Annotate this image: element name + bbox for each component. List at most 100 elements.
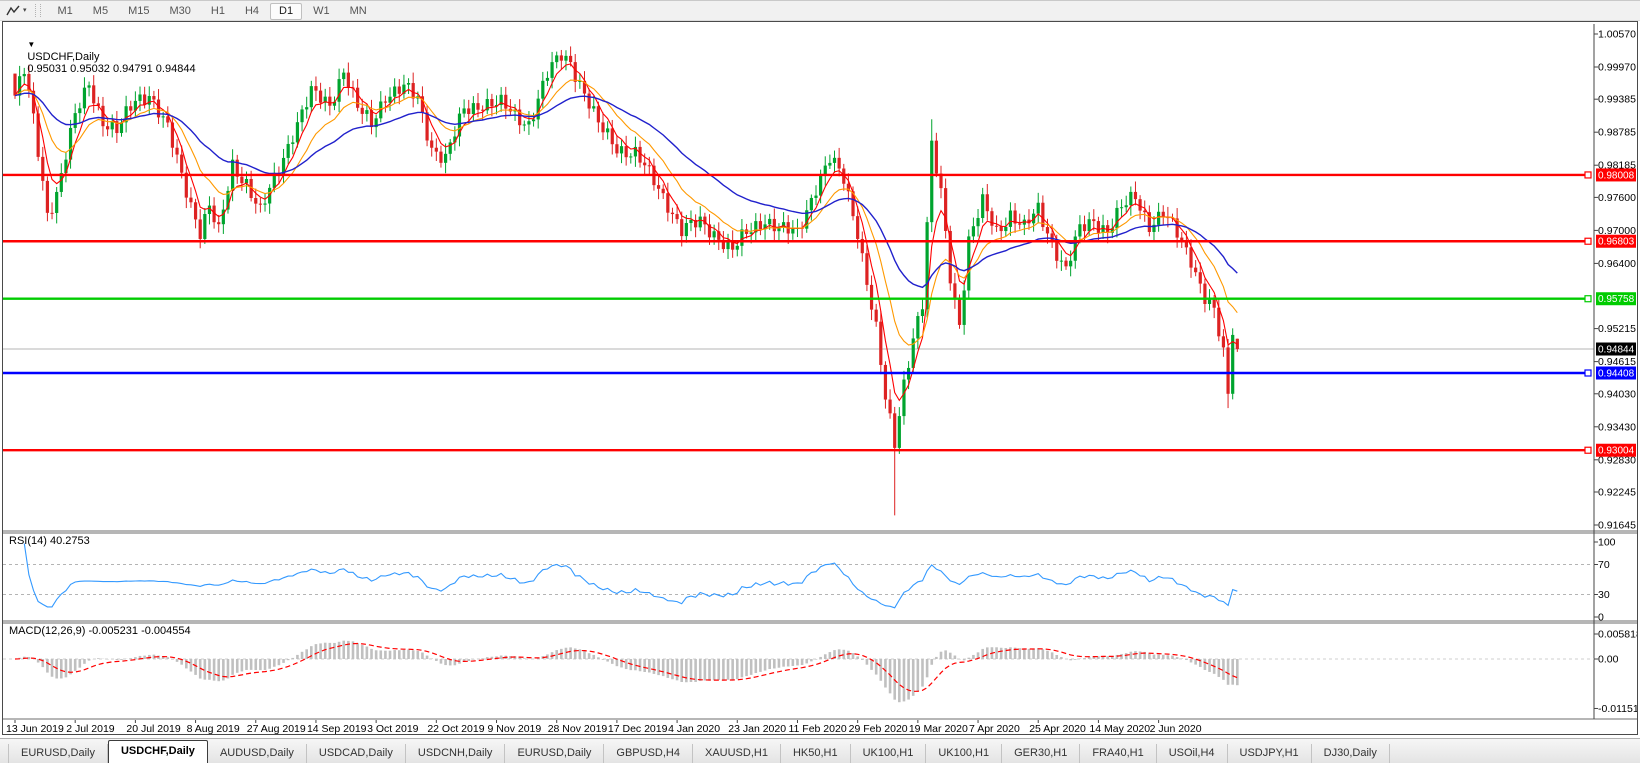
svg-text:11 Feb 2020: 11 Feb 2020 (788, 723, 846, 734)
chart-tab-gbpusd-h4[interactable]: GBPUSD,H4 (604, 744, 693, 763)
chart-tab-dj30-daily[interactable]: DJ30,Daily (1312, 744, 1390, 763)
svg-text:9 Nov 2019: 9 Nov 2019 (488, 723, 542, 734)
hline-handle-icon[interactable] (1584, 237, 1592, 245)
price-badge: 0.95758 (1596, 292, 1636, 306)
svg-text:0.99970: 0.99970 (1598, 62, 1636, 74)
horizontal-line-objects[interactable] (3, 171, 1592, 454)
chart-tab-hk50-h1[interactable]: HK50,H1 (781, 744, 851, 763)
toolbar-grip (34, 4, 41, 17)
svg-text:1.00570: 1.00570 (1598, 29, 1636, 41)
svg-text:0.93004: 0.93004 (1598, 446, 1635, 457)
mt4-application-window: ▾ M1 M5 M15 M30 H1 H4 D1 W1 MN 1.00570 0.99970 0.9… (0, 0, 1640, 763)
ma-fast-line (14, 63, 1238, 402)
price-badge: 0.93004 (1596, 443, 1636, 457)
candlestick-series (13, 46, 1239, 516)
timeframe-buttons: M1 M5 M15 M30 H1 H4 D1 W1 MN (48, 1, 377, 20)
svg-text:2 Jul 2019: 2 Jul 2019 (66, 723, 115, 734)
timeframe-button-h4[interactable]: H4 (236, 3, 268, 20)
svg-text:14 May 2020: 14 May 2020 (1089, 723, 1150, 734)
timeframe-button-w1[interactable]: W1 (304, 3, 339, 20)
timeframe-button-m30[interactable]: M30 (160, 3, 199, 20)
svg-text:0.92245: 0.92245 (1598, 486, 1636, 498)
chart-tab-usdcad-daily[interactable]: USDCAD,Daily (307, 744, 406, 763)
timeframes-toolbar: ▾ M1 M5 M15 M30 H1 H4 D1 W1 MN (0, 1, 1640, 21)
timeframe-button-mn[interactable]: MN (341, 3, 376, 20)
svg-text:27 Aug 2019: 27 Aug 2019 (247, 723, 306, 734)
chart-tab-eurusd-daily[interactable]: EURUSD,Daily (8, 744, 108, 763)
chart-tab-fra40-h1[interactable]: FRA40,H1 (1080, 744, 1157, 763)
svg-text:0.98008: 0.98008 (1598, 170, 1635, 181)
svg-text:0.95215: 0.95215 (1598, 323, 1636, 335)
svg-text:100: 100 (1598, 537, 1616, 549)
chart-title: ▼ USDCHF,Daily 0.95031 0.95032 0.94791 0… (9, 27, 196, 87)
svg-text:0.005818: 0.005818 (1598, 629, 1637, 641)
svg-text:25 Apr 2020: 25 Apr 2020 (1029, 723, 1086, 734)
chart-tab-audusd-daily[interactable]: AUDUSD,Daily (208, 744, 307, 763)
svg-text:2 Jun 2020: 2 Jun 2020 (1150, 723, 1202, 734)
ma-slow-line (14, 92, 1238, 289)
svg-text:4 Jan 2020: 4 Jan 2020 (668, 723, 720, 734)
timeframe-button-d1[interactable]: D1 (270, 2, 303, 20)
svg-text:0.99385: 0.99385 (1598, 94, 1636, 106)
chart-tab-uk100-h1[interactable]: UK100,H1 (851, 744, 927, 763)
svg-text:13 Jun 2019: 13 Jun 2019 (6, 723, 64, 734)
ma-medium-line (14, 79, 1238, 346)
svg-text:70: 70 (1598, 559, 1610, 571)
chart-ohlc-values: 0.95031 0.95032 0.94791 0.94844 (27, 63, 196, 75)
chart-tab-usdcnh-daily[interactable]: USDCNH,Daily (406, 744, 506, 763)
chart-tab-usoil-h4[interactable]: USOil,H4 (1157, 744, 1228, 763)
chart-tab-usdjpy-h1[interactable]: USDJPY,H1 (1228, 744, 1312, 763)
hline-handle-icon[interactable] (1584, 295, 1592, 303)
time-axis[interactable]: 13 Jun 2019 2 Jul 2019 20 Jul 2019 8 Aug 20… (6, 720, 1202, 734)
svg-text:14 Sep 2019: 14 Sep 2019 (307, 723, 367, 734)
rsi-indicator-label: RSI(14) 40.2753 (9, 535, 90, 547)
svg-text:19 Mar 2020: 19 Mar 2020 (909, 723, 968, 734)
macd-indicator-label: MACD(12,26,9) -0.005231 -0.004554 (9, 625, 191, 637)
hline-handle-icon[interactable] (1584, 171, 1592, 179)
timeframe-button-m15[interactable]: M15 (119, 3, 158, 20)
zigzag-icon (6, 5, 20, 15)
svg-text:0.98785: 0.98785 (1598, 127, 1636, 139)
svg-text:0.94615: 0.94615 (1598, 356, 1636, 368)
chart-tab-uk100-h1[interactable]: UK100,H1 (926, 744, 1003, 763)
price-badge: 0.94844 (1596, 342, 1636, 356)
chart-collapse-icon[interactable]: ▼ (27, 40, 35, 49)
svg-text:3 Oct 2019: 3 Oct 2019 (367, 723, 419, 734)
svg-text:-0.011514: -0.011514 (1598, 703, 1637, 715)
svg-text:7 Apr 2020: 7 Apr 2020 (969, 723, 1020, 734)
hline-handle-icon[interactable] (1584, 369, 1592, 377)
chart-window[interactable]: 1.00570 0.99970 0.99385 0.98785 0.98185 0.976… (2, 21, 1638, 735)
price-badge: 0.94408 (1596, 366, 1636, 380)
svg-text:0.95758: 0.95758 (1598, 294, 1635, 305)
price-badge: 0.98008 (1596, 168, 1636, 182)
svg-text:0.96400: 0.96400 (1598, 258, 1636, 270)
chart-tab-eurusd-daily[interactable]: EURUSD,Daily (505, 744, 605, 763)
dropdown-caret-icon: ▾ (23, 7, 27, 14)
price-badge: 0.96803 (1596, 234, 1636, 248)
rsi-line (23, 543, 1238, 609)
svg-text:0.93430: 0.93430 (1598, 421, 1636, 433)
svg-text:29 Feb 2020: 29 Feb 2020 (849, 723, 908, 734)
svg-text:23 Jan 2020: 23 Jan 2020 (728, 723, 786, 734)
svg-text:0.94408: 0.94408 (1598, 368, 1635, 379)
timeframe-button-m5[interactable]: M5 (84, 3, 117, 20)
chart-symbol-label: USDCHF,Daily (27, 51, 100, 63)
svg-text:0.00: 0.00 (1598, 654, 1619, 666)
chart-canvas[interactable]: 1.005700.999700.993850.987850.981850.976… (3, 22, 1637, 734)
svg-text:30: 30 (1598, 589, 1610, 601)
svg-text:22 Oct 2019: 22 Oct 2019 (427, 723, 484, 734)
chart-tab-usdchf-daily[interactable]: USDCHF,Daily (107, 740, 208, 763)
chart-tab-xauusd-h1[interactable]: XAUUSD,H1 (693, 744, 781, 763)
svg-text:8 Aug 2019: 8 Aug 2019 (187, 723, 240, 734)
svg-text:28 Nov 2019: 28 Nov 2019 (548, 723, 608, 734)
svg-text:0: 0 (1598, 612, 1604, 624)
chart-tabs-bar: EURUSD,Daily USDCHF,Daily AUDUSD,Daily USDC… (0, 738, 1640, 763)
chart-tab-ger30-h1[interactable]: GER30,H1 (1002, 744, 1081, 763)
svg-text:0.94030: 0.94030 (1598, 388, 1636, 400)
svg-text:0.91645: 0.91645 (1598, 520, 1636, 532)
timeframe-button-m1[interactable]: M1 (49, 3, 82, 20)
timeframe-button-h1[interactable]: H1 (202, 3, 234, 20)
hline-handle-icon[interactable] (1584, 446, 1592, 454)
svg-text:0.94844: 0.94844 (1598, 345, 1635, 356)
line-studies-icon[interactable]: ▾ (3, 3, 30, 19)
